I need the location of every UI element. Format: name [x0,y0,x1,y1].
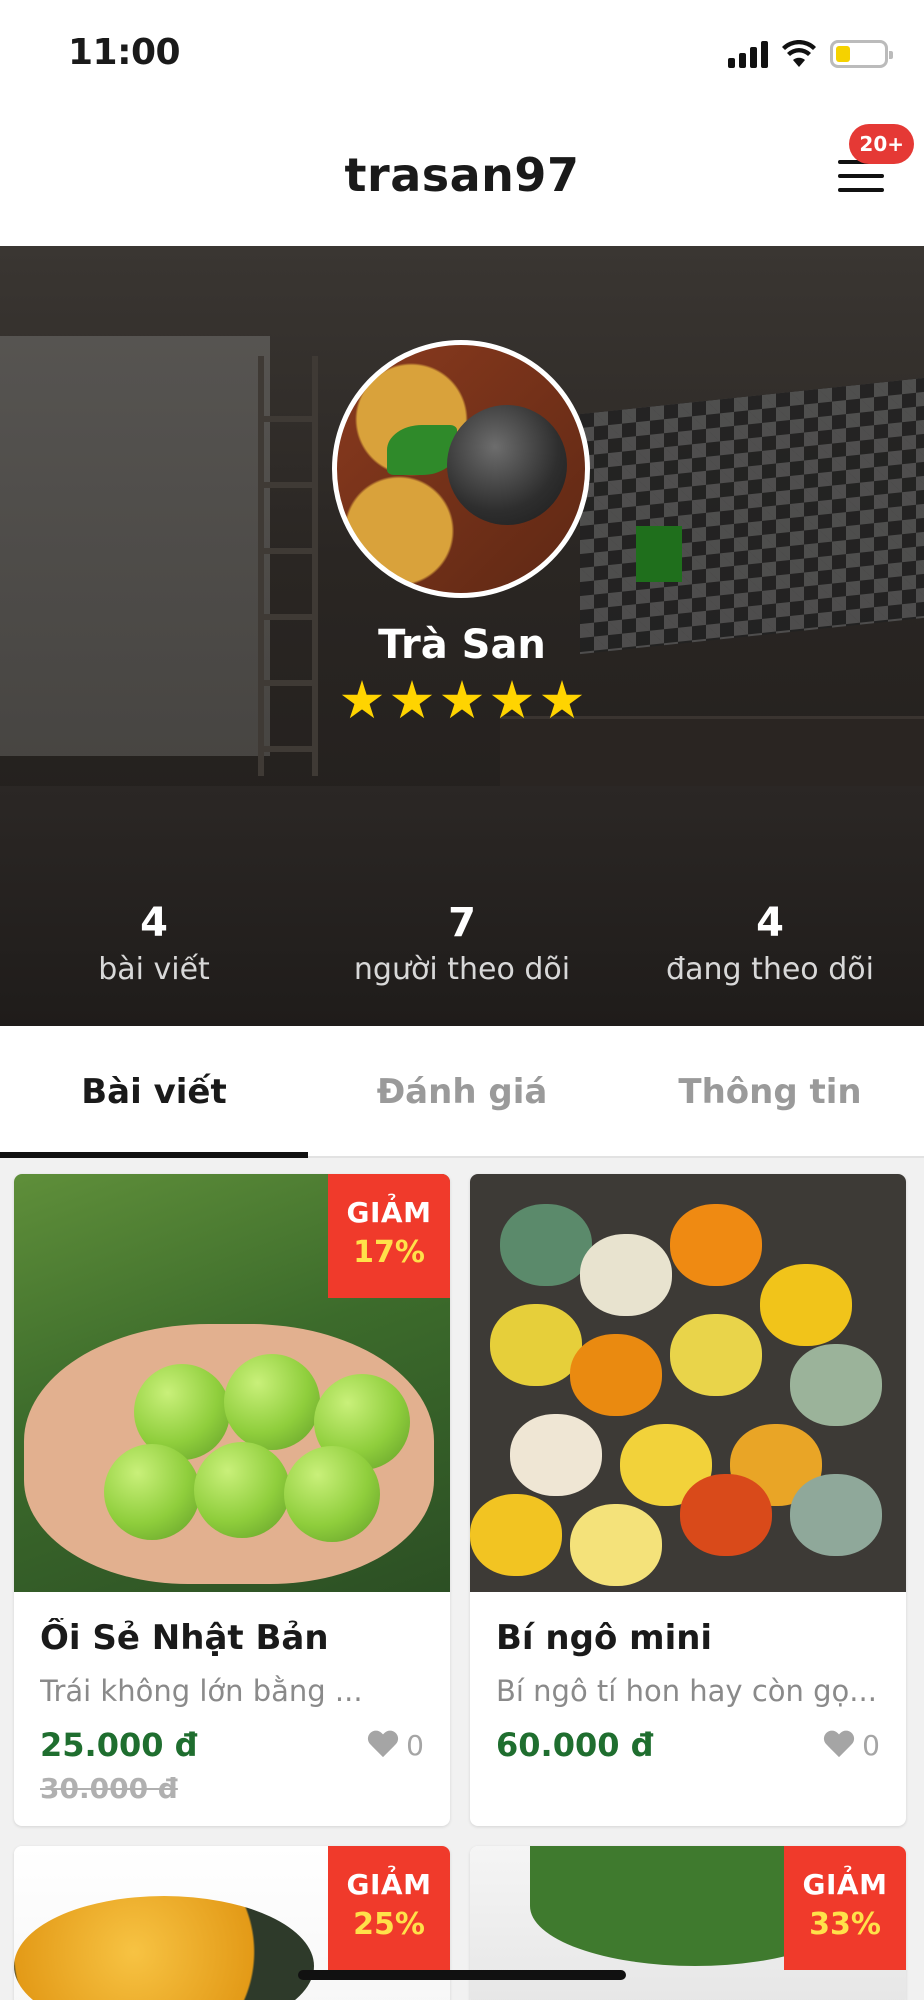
product-grid: GIẢM 17% Ổi Sẻ Nhật Bản Trái không lớn b… [14,1174,910,2000]
profile-stats: 4 bài viết 7 người theo dõi 4 đang theo … [0,900,924,987]
like-button[interactable]: 0 [824,1729,880,1762]
heart-icon [824,1731,854,1759]
discount-badge: GIẢM 25% [328,1846,450,1970]
status-bar: 11:00 [0,0,924,110]
product-price: 25.000 đ [40,1726,198,1764]
discount-badge: GIẢM 17% [328,1174,450,1298]
star-icon [341,680,383,719]
star-icon [541,680,583,719]
battery-icon [830,40,893,68]
product-description: Bí ngô tí hon hay còn gọ... [496,1674,877,1708]
teapot-image [447,405,567,525]
like-count: 0 [862,1728,880,1762]
stat-label: bài viết [98,952,210,987]
status-time: 11:00 [68,32,181,73]
discount-badge: GIẢM 33% [784,1846,906,1970]
product-card[interactable]: Bí ngô mini Bí ngô tí hon hay còn gọ... … [470,1174,906,1826]
tab-reviews[interactable]: Đánh giá [308,1026,616,1156]
home-indicator[interactable] [298,1970,626,1980]
notification-badge[interactable]: 20+ [849,124,914,164]
product-image: GIẢM 17% [14,1174,450,1592]
like-button[interactable]: 0 [368,1729,424,1762]
profile-tabs: Bài viết Đánh giá Thông tin [0,1026,924,1158]
product-old-price: 30.000 đ [40,1772,178,1805]
stat-value: 7 [448,900,476,946]
stat-value: 4 [140,900,168,946]
product-price: 60.000 đ [496,1726,654,1764]
product-title: Ổi Sẻ Nhật Bản [40,1618,329,1658]
status-icons [728,40,893,68]
like-count: 0 [406,1728,424,1762]
stat-following[interactable]: 4 đang theo dõi [616,900,924,987]
star-icon [491,680,533,719]
cover-background-tv [580,377,924,655]
profile-name: Trà San [378,622,546,668]
rating-stars [0,680,924,722]
stat-value: 4 [756,900,784,946]
star-icon [441,680,483,719]
product-old-price [496,1772,880,1808]
product-title: Bí ngô mini [496,1618,713,1658]
wifi-icon [782,40,816,67]
cellular-signal-icon [728,40,768,68]
avatar[interactable] [332,340,590,598]
tab-posts[interactable]: Bài viết [0,1026,308,1158]
tab-info[interactable]: Thông tin [616,1026,924,1156]
stat-followers[interactable]: 7 người theo dõi [308,900,616,987]
stat-posts[interactable]: 4 bài viết [0,900,308,987]
product-card[interactable]: GIẢM 17% Ổi Sẻ Nhật Bản Trái không lớn b… [14,1174,450,1826]
app-header: trasan97 [0,110,924,246]
product-description: Trái không lớn bằng ... [40,1674,363,1708]
stat-label: đang theo dõi [666,952,874,987]
star-icon [391,680,433,719]
product-image [470,1174,906,1592]
page-title: trasan97 [344,148,580,202]
heart-icon [368,1731,398,1759]
stat-label: người theo dõi [353,952,571,987]
